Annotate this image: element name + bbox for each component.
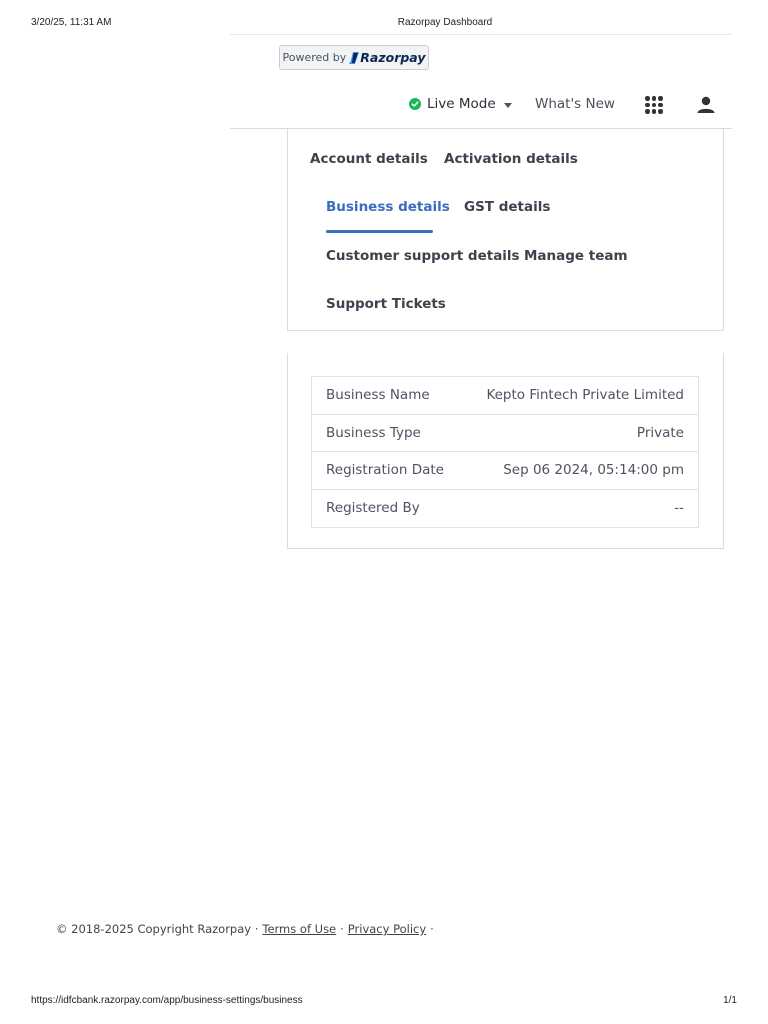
registered-by-value: --	[674, 500, 684, 517]
powered-by-label: Powered by	[282, 51, 347, 64]
copyright-text: © 2018-2025 Copyright Razorpay ·	[56, 922, 259, 936]
business-name-value: Kepto Fintech Private Limited	[486, 387, 684, 404]
active-tab-indicator	[326, 230, 433, 233]
whats-new-link[interactable]: What's New	[535, 96, 615, 112]
registration-date-label: Registration Date	[326, 462, 444, 479]
razorpay-brand-text: Razorpay	[360, 50, 426, 65]
live-mode-label: Live Mode	[427, 96, 496, 112]
page-footer: © 2018-2025 Copyright Razorpay · Terms o…	[56, 922, 434, 936]
apps-grid-icon[interactable]	[645, 96, 663, 114]
registration-date-value: Sep 06 2024, 05:14:00 pm	[503, 462, 684, 479]
topbar-divider-top	[230, 34, 732, 35]
table-row: Business Type Private	[312, 415, 698, 452]
razorpay-logo-icon	[349, 51, 360, 64]
live-mode-dropdown[interactable]: Live Mode	[409, 96, 512, 112]
terms-of-use-link[interactable]: Terms of Use	[262, 922, 336, 936]
razorpay-logo: Razorpay	[349, 50, 426, 65]
check-circle-icon	[409, 98, 421, 110]
business-type-label: Business Type	[326, 424, 421, 441]
print-url: https://idfcbank.razorpay.com/app/busine…	[31, 995, 303, 1006]
registered-by-label: Registered By	[326, 500, 420, 517]
business-type-value: Private	[636, 424, 684, 441]
print-title: Razorpay Dashboard	[397, 17, 493, 28]
chevron-down-icon	[503, 102, 512, 108]
table-row: Registration Date Sep 06 2024, 05:14:00 …	[312, 452, 698, 490]
privacy-policy-link[interactable]: Privacy Policy	[348, 922, 426, 936]
powered-by-badge[interactable]: Powered by Razorpay	[279, 45, 429, 70]
tab-activation-details[interactable]: Activation details	[444, 151, 578, 167]
tab-support-tickets[interactable]: Support Tickets	[326, 296, 446, 312]
business-details-table: Business Name Kepto Fintech Private Limi…	[311, 376, 699, 528]
table-row: Business Name Kepto Fintech Private Limi…	[312, 377, 698, 415]
business-name-label: Business Name	[326, 387, 430, 404]
tab-account-details[interactable]: Account details	[310, 151, 428, 167]
tab-customer-support-details[interactable]: Customer support details	[326, 248, 520, 264]
footer-trailing-separator: ·	[430, 922, 434, 936]
tab-gst-details[interactable]: GST details	[464, 199, 550, 215]
user-account-icon[interactable]	[696, 95, 716, 115]
tab-business-details[interactable]: Business details	[326, 199, 450, 215]
tab-manage-team[interactable]: Manage team	[524, 248, 628, 264]
print-page-number: 1/1	[723, 995, 737, 1006]
table-row: Registered By --	[312, 490, 698, 528]
footer-separator: ·	[340, 922, 344, 936]
